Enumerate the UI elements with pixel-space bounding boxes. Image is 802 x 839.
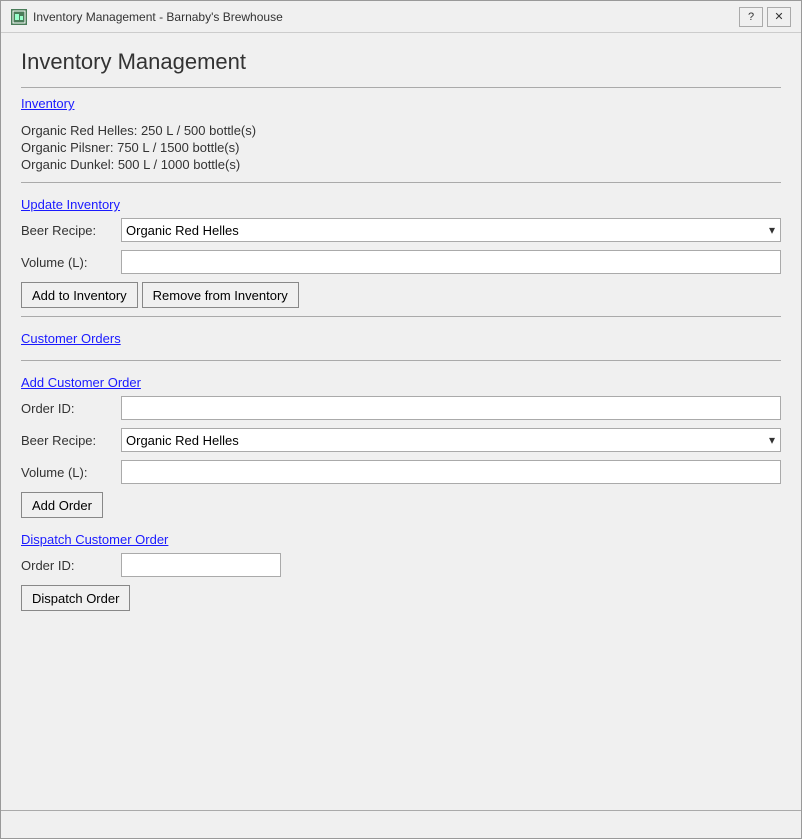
- divider-1: [21, 87, 781, 88]
- dispatch-order-button[interactable]: Dispatch Order: [21, 585, 130, 611]
- add-to-inventory-button[interactable]: Add to Inventory: [21, 282, 138, 308]
- inventory-header[interactable]: Inventory: [21, 96, 74, 111]
- volume-label: Volume (L):: [21, 255, 121, 270]
- dispatch-order-id-input[interactable]: [121, 553, 281, 577]
- dispatch-order-id-label: Order ID:: [21, 558, 121, 573]
- divider-3: [21, 316, 781, 317]
- title-bar-controls: ? ✕: [739, 7, 791, 27]
- add-order-volume-row: Volume (L):: [21, 460, 781, 484]
- add-order-button[interactable]: Add Order: [21, 492, 103, 518]
- bottom-bar: [1, 810, 801, 838]
- add-order-button-row: Add Order: [21, 492, 781, 518]
- inventory-list: Organic Red Helles: 250 L / 500 bottle(s…: [21, 123, 781, 172]
- list-item: Organic Dunkel: 500 L / 1000 bottle(s): [21, 157, 781, 172]
- title-bar-left: Inventory Management - Barnaby's Brewhou…: [11, 9, 283, 25]
- beer-recipe-row: Beer Recipe: Organic Red Helles Organic …: [21, 218, 781, 242]
- page-title: Inventory Management: [21, 49, 781, 75]
- close-button[interactable]: ✕: [767, 7, 791, 27]
- add-order-select-wrapper: Organic Red Helles Organic Pilsner Organ…: [121, 428, 781, 452]
- update-inventory-section: Update Inventory Beer Recipe: Organic Re…: [21, 197, 781, 308]
- volume-input[interactable]: [121, 250, 781, 274]
- order-id-row: Order ID:: [21, 396, 781, 420]
- main-content: Inventory Management Inventory Organic R…: [1, 33, 801, 810]
- add-customer-order-header[interactable]: Add Customer Order: [21, 375, 141, 390]
- dispatch-header[interactable]: Dispatch Customer Order: [21, 532, 168, 547]
- dispatch-section: Dispatch Customer Order Order ID: Dispat…: [21, 532, 781, 611]
- dispatch-order-id-row: Order ID:: [21, 553, 781, 577]
- customer-orders-header[interactable]: Customer Orders: [21, 331, 121, 346]
- list-item: Organic Red Helles: 250 L / 500 bottle(s…: [21, 123, 781, 138]
- beer-recipe-select-wrapper: Organic Red Helles Organic Pilsner Organ…: [121, 218, 781, 242]
- window-icon: [11, 9, 27, 25]
- beer-recipe-label: Beer Recipe:: [21, 223, 121, 238]
- divider-4: [21, 360, 781, 361]
- add-order-beer-recipe-label: Beer Recipe:: [21, 433, 121, 448]
- main-window: Inventory Management - Barnaby's Brewhou…: [0, 0, 802, 839]
- add-customer-order-section: Add Customer Order Order ID: Beer Recipe…: [21, 375, 781, 518]
- beer-recipe-select[interactable]: Organic Red Helles Organic Pilsner Organ…: [121, 218, 781, 242]
- dispatch-button-row: Dispatch Order: [21, 585, 781, 611]
- window-title: Inventory Management - Barnaby's Brewhou…: [33, 10, 283, 24]
- inventory-section: Inventory Organic Red Helles: 250 L / 50…: [21, 96, 781, 172]
- help-button[interactable]: ?: [739, 7, 763, 27]
- divider-2: [21, 182, 781, 183]
- add-order-beer-recipe-row: Beer Recipe: Organic Red Helles Organic …: [21, 428, 781, 452]
- order-id-label: Order ID:: [21, 401, 121, 416]
- list-item: Organic Pilsner: 750 L / 1500 bottle(s): [21, 140, 781, 155]
- update-inventory-header[interactable]: Update Inventory: [21, 197, 120, 212]
- order-id-input[interactable]: [121, 396, 781, 420]
- add-order-volume-input[interactable]: [121, 460, 781, 484]
- volume-row: Volume (L):: [21, 250, 781, 274]
- inventory-button-row: Add to Inventory Remove from Inventory: [21, 282, 781, 308]
- add-order-beer-recipe-select[interactable]: Organic Red Helles Organic Pilsner Organ…: [121, 428, 781, 452]
- remove-from-inventory-button[interactable]: Remove from Inventory: [142, 282, 299, 308]
- add-order-volume-label: Volume (L):: [21, 465, 121, 480]
- title-bar: Inventory Management - Barnaby's Brewhou…: [1, 1, 801, 33]
- customer-orders-section: Customer Orders: [21, 331, 781, 352]
